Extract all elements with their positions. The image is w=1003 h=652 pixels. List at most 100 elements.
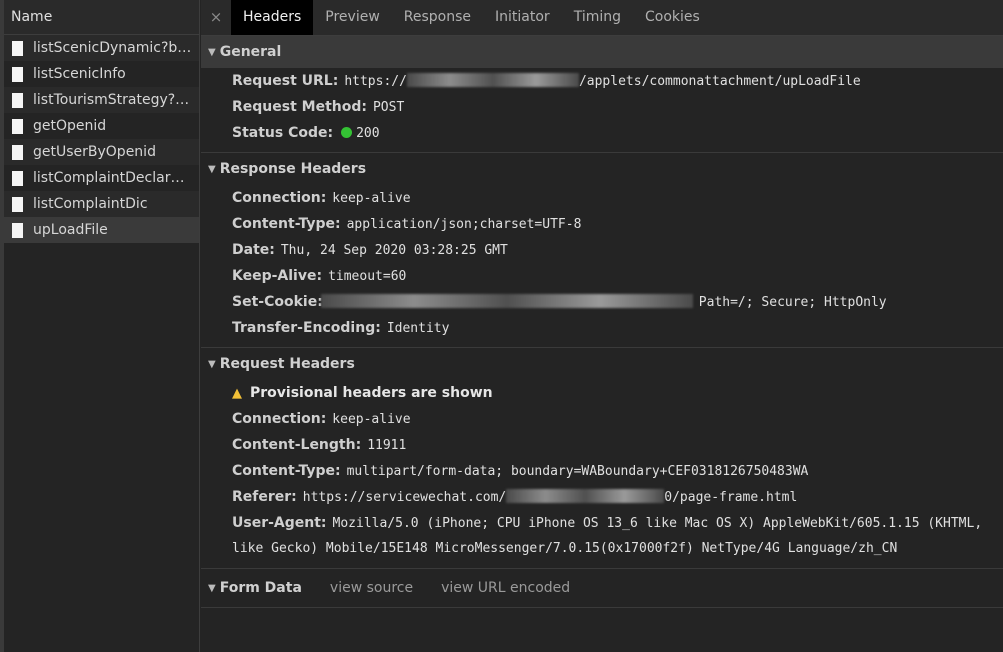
header-value: keep-alive (332, 191, 411, 206)
header-key: Set-Cookie: (232, 294, 323, 310)
header-key: Content-Type: (232, 463, 341, 479)
redacted-blur (506, 489, 665, 503)
header-value: 200 (356, 126, 380, 141)
referer-suffix: 0/page-frame.html (664, 490, 798, 505)
header-key: Request URL: (232, 73, 339, 89)
header-value: application/json;charset=UTF-8 (346, 217, 582, 232)
details-tabbar: × Headers Preview Response Initiator Tim… (201, 0, 1003, 36)
request-item[interactable]: listScenicDynamic?be... (4, 35, 199, 61)
header-key: Referer: (232, 489, 297, 505)
request-item[interactable]: getUserByOpenid (4, 139, 199, 165)
close-icon[interactable]: × (201, 0, 231, 35)
request-details-panel: × Headers Preview Response Initiator Tim… (201, 0, 1003, 652)
header-key: Content-Length: (232, 437, 362, 453)
header-value: https://servicewechat.com/0/page-frame.h… (303, 489, 798, 505)
request-list: listScenicDynamic?be... listScenicInfo l… (4, 35, 199, 243)
header-key: Connection: (232, 190, 327, 206)
request-label: listTourismStrategy?be... (33, 92, 193, 108)
name-column-header[interactable]: Name (4, 0, 199, 35)
status-code-row: Status Code: 200 (201, 120, 1003, 146)
view-source-link[interactable]: view source (330, 580, 413, 596)
request-method-row: Request Method: POST (201, 94, 1003, 120)
header-key: Status Code: (232, 125, 334, 141)
request-label: getOpenid (33, 118, 107, 134)
header-key: Content-Type: (232, 216, 341, 232)
header-key: User-Agent: (232, 515, 327, 531)
file-icon (12, 170, 23, 186)
status-dot-icon (341, 127, 353, 138)
provisional-warning-row: ▲ Provisional headers are shown (201, 380, 1003, 406)
tab-initiator[interactable]: Initiator (483, 0, 562, 35)
request-item[interactable]: listComplaintDic (4, 191, 199, 217)
request-item[interactable]: listScenicInfo (4, 61, 199, 87)
request-headers-section: ▼ Request Headers ▲ Provisional headers ar… (201, 348, 1003, 569)
header-value: timeout=60 (328, 269, 407, 284)
url-prefix: https:// (344, 74, 407, 89)
request-label: getUserByOpenid (33, 144, 156, 160)
request-label: upLoadFile (33, 222, 108, 238)
header-value: Thu, 24 Sep 2020 03:28:25 GMT (280, 243, 508, 258)
provisional-warning-text: Provisional headers are shown (250, 385, 493, 401)
tab-response[interactable]: Response (392, 0, 483, 35)
request-item[interactable]: listTourismStrategy?be... (4, 87, 199, 113)
redacted-blur (320, 294, 693, 308)
tab-headers[interactable]: Headers (231, 0, 314, 35)
header-row: Date: Thu, 24 Sep 2020 03:28:25 GMT (201, 237, 1003, 263)
section-title: Form Data (219, 580, 302, 596)
request-label: listComplaintDic (33, 196, 148, 212)
header-row: Keep-Alive: timeout=60 (201, 263, 1003, 289)
general-section: ▼ General Request URL: https:// /applets/co… (201, 36, 1003, 153)
tab-cookies[interactable]: Cookies (633, 0, 712, 35)
header-value: 11911 (367, 438, 407, 453)
header-row: Content-Type: application/json;charset=UT… (201, 211, 1003, 237)
section-title: General (219, 44, 282, 60)
triangle-down-icon: ▼ (208, 164, 216, 175)
form-data-header[interactable]: ▼ Form Data view source view URL encoded (201, 569, 1003, 607)
request-item[interactable]: getOpenid (4, 113, 199, 139)
header-row: Set-Cookie: Path=/; Secure; HttpOnly (201, 289, 1003, 315)
request-item-selected[interactable]: upLoadFile (4, 217, 199, 243)
header-row: Transfer-Encoding: Identity (201, 315, 1003, 341)
header-key: Request Method: (232, 99, 367, 115)
request-label: listComplaintDeclarati... (33, 170, 193, 186)
general-section-header[interactable]: ▼ General (201, 36, 1003, 68)
tab-timing[interactable]: Timing (562, 0, 633, 35)
header-row: Referer: https://servicewechat.com/0/page… (201, 484, 1003, 510)
file-icon (12, 66, 23, 82)
url-suffix: /applets/commonattachment/upLoadFile (578, 74, 861, 89)
request-headers-header[interactable]: ▼ Request Headers (201, 348, 1003, 380)
response-headers-header[interactable]: ▼ Response Headers (201, 153, 1003, 185)
triangle-down-icon: ▼ (208, 359, 216, 370)
header-key: Date: (232, 242, 275, 258)
header-value: Identity (386, 321, 450, 336)
header-row: Connection: keep-alive (201, 185, 1003, 211)
request-item[interactable]: listComplaintDeclarati... (4, 165, 199, 191)
form-data-section: ▼ Form Data view source view URL encoded (201, 569, 1003, 608)
header-value: https:// /applets/commonattachment/upLoad… (344, 73, 861, 89)
header-key: Transfer-Encoding: (232, 320, 381, 336)
file-icon (12, 196, 23, 212)
section-title: Response Headers (219, 161, 367, 177)
file-icon (12, 222, 23, 238)
request-label: listScenicInfo (33, 66, 126, 82)
header-row: User-Agent: Mozilla/5.0 (iPhone; CPU iPho… (201, 510, 1003, 536)
section-title: Request Headers (219, 356, 355, 372)
request-list-sidebar: Name listScenicDynamic?be... listScenicI… (4, 0, 200, 652)
file-icon (12, 144, 23, 160)
request-url-row: Request URL: https:// /applets/commonattac… (201, 68, 1003, 94)
warning-icon: ▲ (232, 386, 242, 401)
triangle-down-icon: ▼ (208, 47, 216, 58)
tab-preview[interactable]: Preview (313, 0, 392, 35)
file-icon (12, 92, 23, 108)
header-value: keep-alive (332, 412, 411, 427)
view-url-encoded-link[interactable]: view URL encoded (441, 580, 570, 596)
response-headers-section: ▼ Response Headers Connection: keep-alive … (201, 153, 1003, 348)
request-label: listScenicDynamic?be... (33, 40, 193, 56)
header-key: Keep-Alive: (232, 268, 323, 284)
header-value: POST (372, 100, 405, 115)
header-value: multipart/form-data; boundary=WABoundary… (346, 464, 809, 479)
header-value: Path=/; Secure; HttpOnly (698, 295, 887, 310)
header-value-continued: like Gecko) Mobile/15E148 MicroMessenger… (232, 541, 898, 556)
file-icon (12, 40, 23, 56)
header-row: Connection: keep-alive (201, 406, 1003, 432)
